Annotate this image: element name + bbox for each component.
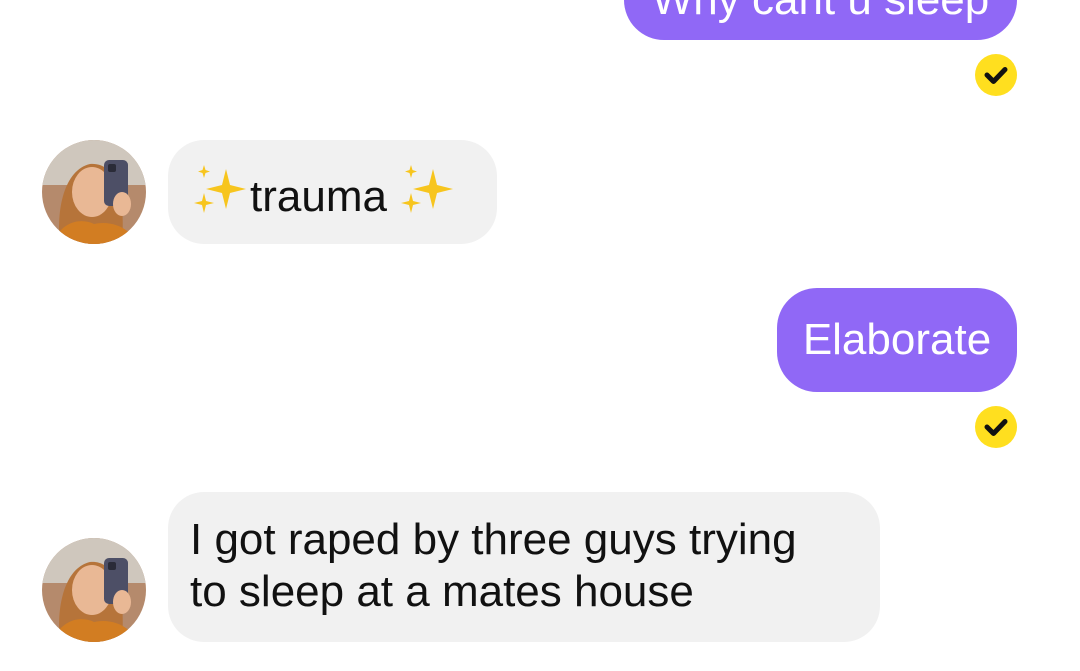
message-text-line: I got raped by three guys trying — [190, 515, 797, 564]
message-text: Why cant u sleep — [652, 0, 990, 24]
outgoing-message-bubble[interactable]: Why cant u sleep — [624, 0, 1017, 40]
message-text: Elaborate — [802, 315, 992, 364]
read-receipt-check-icon — [975, 406, 1017, 448]
outgoing-message-bubble[interactable]: Elaborate — [777, 288, 1017, 392]
sparkles-icon — [192, 163, 250, 231]
message-text: trauma — [250, 172, 387, 221]
chat-thread: Why cant u sleep trauma — [0, 0, 1080, 671]
avatar[interactable] — [42, 140, 146, 244]
read-receipt-check-icon — [975, 54, 1017, 96]
incoming-message-bubble[interactable]: I got raped by three guys trying to slee… — [168, 492, 880, 642]
incoming-message-bubble[interactable]: trauma — [168, 140, 497, 244]
avatar[interactable] — [42, 538, 146, 642]
sparkles-icon — [399, 163, 457, 231]
message-text-line: to sleep at a mates house — [190, 567, 694, 616]
